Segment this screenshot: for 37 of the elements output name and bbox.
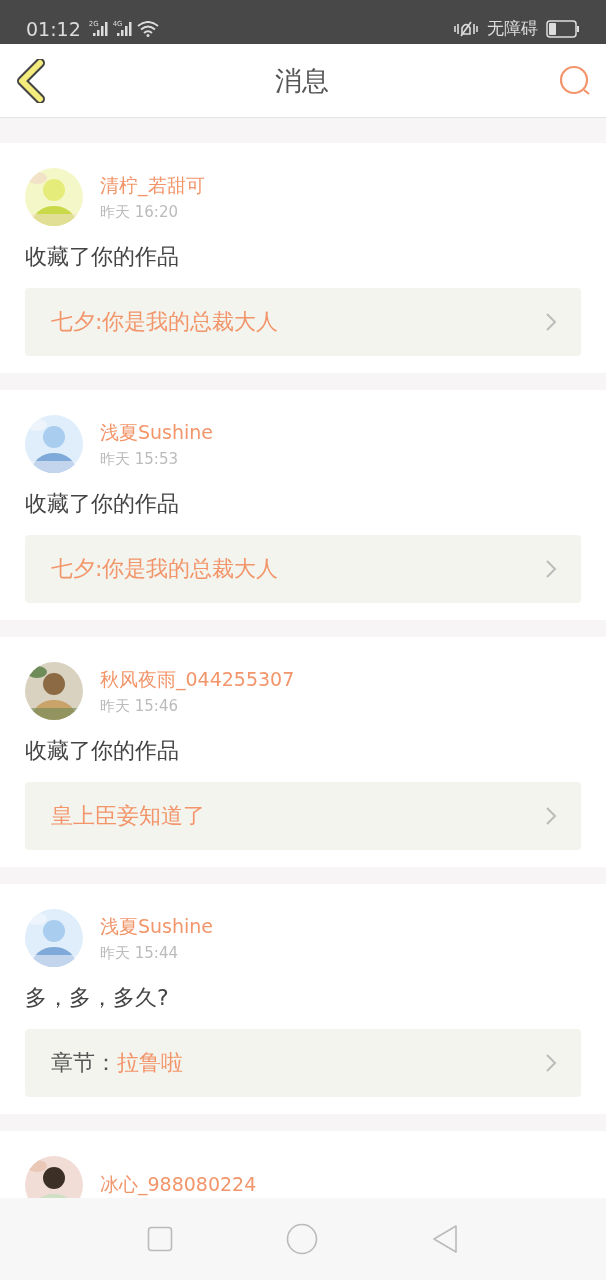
chevron-right-icon: [545, 559, 557, 579]
battery-icon: [546, 19, 580, 38]
status-time: 01:12: [26, 18, 81, 40]
chevron-right-icon: [545, 312, 557, 332]
work-link[interactable]: 七夕:你是我的总裁大人: [25, 535, 581, 603]
page-title: 消息: [275, 63, 329, 98]
message-time: 昨天 15:44: [100, 943, 179, 963]
message-text: 收藏了你的作品: [25, 490, 180, 518]
work-link[interactable]: 皇上臣妾知道了: [25, 782, 581, 850]
user-name[interactable]: 秋风夜雨_044255307: [100, 666, 295, 693]
search-button[interactable]: [558, 63, 592, 98]
back-button[interactable]: [16, 58, 46, 103]
message-text: 收藏了你的作品: [25, 737, 180, 765]
chapter-label: 章节：: [51, 1049, 117, 1077]
user-name[interactable]: 冰心_988080224: [100, 1172, 257, 1198]
message-time: 昨天 15:46: [100, 696, 179, 716]
work-title: 七夕:你是我的总裁大人: [51, 308, 279, 336]
recent-apps-button[interactable]: [146, 1226, 173, 1252]
wifi-icon: [136, 21, 159, 37]
message-time: 昨天 15:53: [100, 449, 179, 469]
work-title: 皇上臣妾知道了: [51, 802, 205, 830]
chevron-right-icon: [545, 806, 557, 826]
chapter-title: 拉鲁啦: [117, 1049, 183, 1077]
user-name[interactable]: 清柠_若甜可: [100, 172, 205, 199]
chevron-right-icon: [545, 1053, 557, 1073]
home-button[interactable]: [286, 1223, 318, 1255]
message-time: 昨天 16:20: [100, 202, 179, 222]
work-link[interactable]: 七夕:你是我的总裁大人: [25, 288, 581, 356]
accessibility-label: 无障碍: [487, 17, 538, 40]
message-text: 收藏了你的作品: [25, 243, 180, 271]
vibrate-icon: [453, 19, 479, 38]
message-text: 多，多，多久?: [25, 984, 170, 1012]
work-title: 七夕:你是我的总裁大人: [51, 555, 279, 583]
user-name[interactable]: 浅夏Sushine: [100, 913, 214, 940]
work-link[interactable]: 章节：拉鲁啦: [25, 1029, 581, 1097]
back-nav-button[interactable]: [431, 1224, 460, 1254]
user-name[interactable]: 浅夏Sushine: [100, 419, 214, 446]
